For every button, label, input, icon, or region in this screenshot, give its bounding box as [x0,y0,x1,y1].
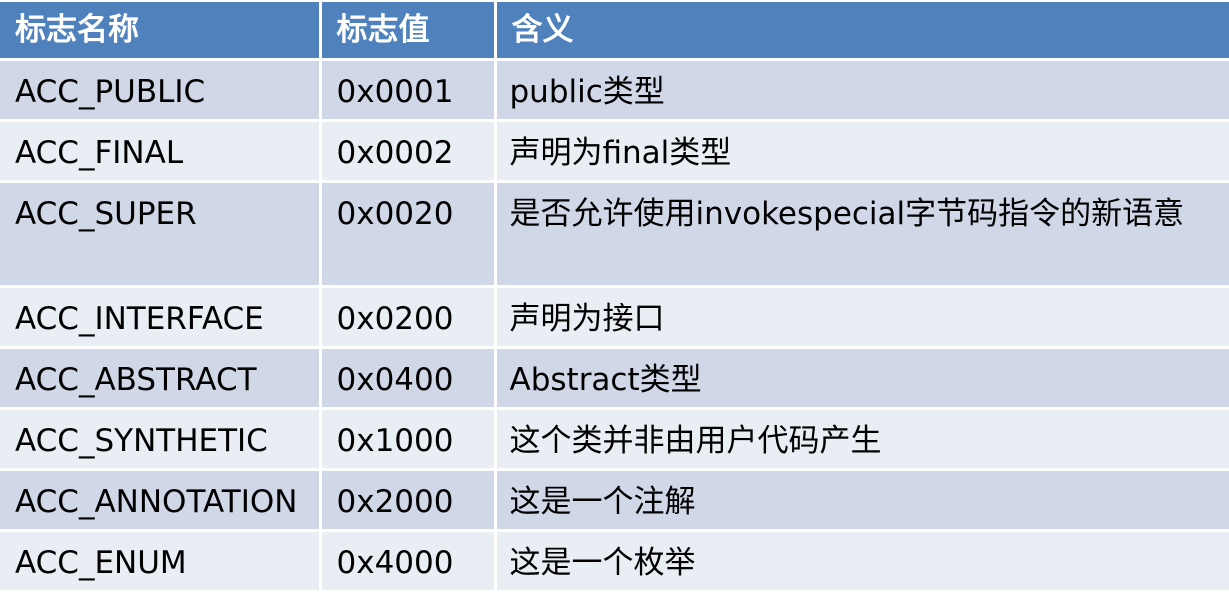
flag-name-cell: ACC_INTERFACE [0,286,322,349]
header-flag-name: 标志名称 [0,2,322,61]
table-header-row: 标志名称 标志值 含义 [0,2,1229,61]
flag-name-cell: ACC_ENUM [0,530,322,593]
table-row: ACC_SUPER 0x0020 是否允许使用invokespecial字节码指… [0,181,1229,288]
flag-meaning-cell: 这是一个注解 [495,469,1229,532]
access-flags-table: 标志名称 标志值 含义 ACC_PUBLIC 0x0001 public类型 A… [0,2,1229,593]
table-row: ACC_INTERFACE 0x0200 声明为接口 [0,286,1229,349]
flag-meaning-cell: 是否允许使用invokespecial字节码指令的新语意 [495,181,1229,288]
table-row: ACC_PUBLIC 0x0001 public类型 [0,59,1229,122]
flag-meaning-cell: 这是一个枚举 [495,530,1229,593]
flag-name-cell: ACC_PUBLIC [0,59,322,122]
flag-meaning-cell: 声明为接口 [495,286,1229,349]
flag-name-cell: ACC_SYNTHETIC [0,408,322,471]
table-row: ACC_SYNTHETIC 0x1000 这个类并非由用户代码产生 [0,408,1229,471]
flag-value-cell: 0x2000 [320,469,497,532]
flag-value-cell: 0x4000 [320,530,497,593]
table-row: ACC_ANNOTATION 0x2000 这是一个注解 [0,469,1229,532]
flag-meaning-cell: 声明为final类型 [495,120,1229,183]
flag-value-cell: 0x0020 [320,181,497,288]
header-flag-value: 标志值 [320,2,497,61]
flag-meaning-cell: Abstract类型 [495,347,1229,410]
flag-name-cell: ACC_SUPER [0,181,322,288]
flag-value-cell: 0x0001 [320,59,497,122]
flag-meaning-cell: 这个类并非由用户代码产生 [495,408,1229,471]
flag-value-cell: 0x0200 [320,286,497,349]
header-meaning: 含义 [495,2,1229,61]
flag-value-cell: 0x0002 [320,120,497,183]
table-row: ACC_FINAL 0x0002 声明为final类型 [0,120,1229,183]
flag-name-cell: ACC_ANNOTATION [0,469,322,532]
flag-value-cell: 0x1000 [320,408,497,471]
flag-name-cell: ACC_ABSTRACT [0,347,322,410]
flag-meaning-cell: public类型 [495,59,1229,122]
access-flags-table-container: 标志名称 标志值 含义 ACC_PUBLIC 0x0001 public类型 A… [0,2,1229,593]
table-row: ACC_ABSTRACT 0x0400 Abstract类型 [0,347,1229,410]
flag-name-cell: ACC_FINAL [0,120,322,183]
flag-value-cell: 0x0400 [320,347,497,410]
table-row: ACC_ENUM 0x4000 这是一个枚举 [0,530,1229,593]
